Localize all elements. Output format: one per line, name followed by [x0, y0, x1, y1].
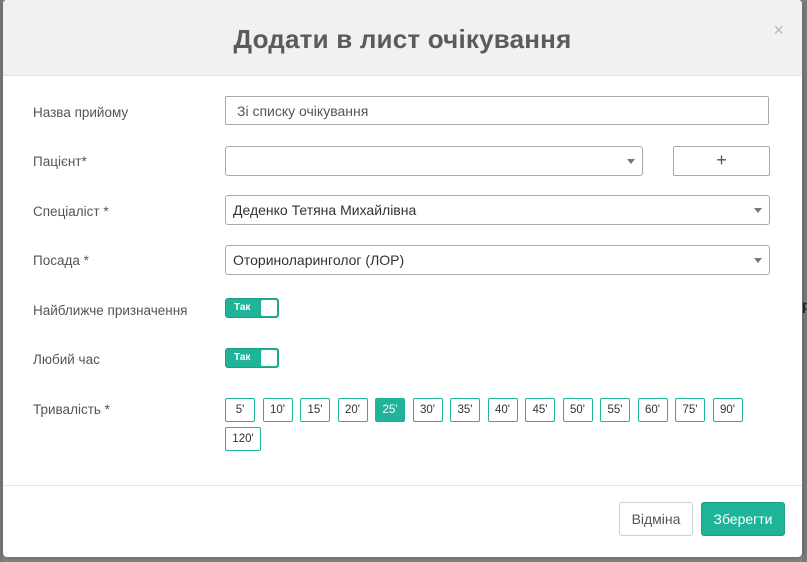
save-button[interactable]: Зберегти	[701, 502, 785, 536]
plus-icon: +	[716, 150, 727, 170]
any-time-label: Любий час	[33, 352, 100, 367]
position-label: Посада *	[33, 253, 89, 268]
specialist-value: Деденко Тетяна Михайлівна	[233, 202, 417, 218]
duration-option[interactable]: 55'	[600, 398, 630, 422]
backdrop-peek-text: р	[802, 297, 807, 313]
duration-option[interactable]: 50'	[562, 398, 593, 422]
appointment-name-input[interactable]	[225, 96, 769, 125]
chevron-down-icon	[754, 258, 762, 263]
modal-title: Додати в лист очікування	[233, 24, 572, 54]
appointment-name-label: Назва прийому	[33, 105, 129, 120]
chevron-down-icon	[627, 159, 635, 164]
duration-option[interactable]: 45'	[525, 398, 555, 422]
duration-option[interactable]: 75'	[675, 398, 705, 422]
specialist-select[interactable]: Деденко Тетяна Михайлівна	[225, 195, 770, 225]
nearest-label: Найближче призначення	[33, 303, 188, 318]
duration-option[interactable]: 35'	[450, 398, 480, 422]
duration-option[interactable]: 15'	[300, 398, 330, 422]
any-time-toggle-text: Так	[234, 352, 251, 363]
waitlist-modal: Додати в лист очікування × Назва прийому…	[3, 0, 802, 557]
duration-option[interactable]: 40'	[487, 398, 518, 422]
specialist-label: Спеціаліст *	[33, 204, 109, 219]
close-icon[interactable]: ×	[773, 20, 784, 40]
duration-option[interactable]: 20'	[337, 398, 368, 422]
toggle-knob	[261, 350, 277, 366]
patient-label: Пацієнт*	[33, 154, 87, 169]
duration-option[interactable]: 120'	[225, 427, 261, 451]
patient-select[interactable]	[225, 146, 643, 176]
duration-option[interactable]: 5'	[225, 398, 255, 422]
position-value: Оториноларинголог (ЛОР)	[233, 252, 405, 268]
nearest-toggle[interactable]: Так	[225, 298, 279, 318]
duration-option[interactable]: 30'	[412, 398, 443, 422]
duration-option[interactable]: 60'	[637, 398, 668, 422]
modal-header: Додати в лист очікування ×	[3, 0, 802, 76]
chevron-down-icon	[754, 208, 762, 213]
footer-divider	[3, 485, 802, 486]
duration-option[interactable]: 25'	[375, 398, 405, 422]
cancel-button[interactable]: Відміна	[619, 502, 693, 536]
any-time-toggle[interactable]: Так	[225, 348, 279, 368]
backdrop-right	[802, 0, 807, 562]
position-select[interactable]: Оториноларинголог (ЛОР)	[225, 245, 770, 275]
duration-label: Тривалість *	[33, 402, 110, 417]
add-patient-button[interactable]: +	[673, 146, 770, 176]
toggle-knob	[261, 300, 277, 316]
duration-option[interactable]: 90'	[712, 398, 743, 422]
nearest-toggle-text: Так	[234, 302, 251, 313]
duration-option[interactable]: 10'	[262, 398, 293, 422]
